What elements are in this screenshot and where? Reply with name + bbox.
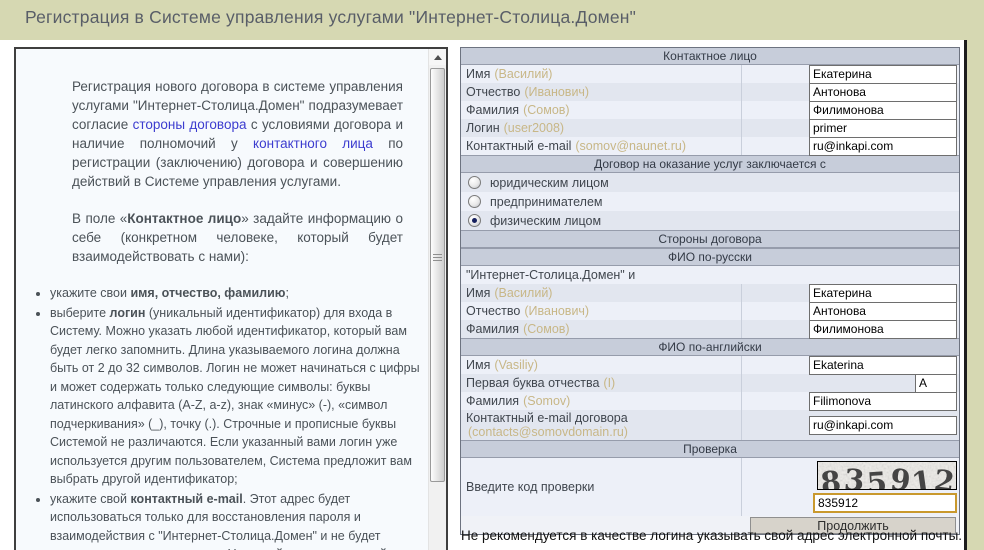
field-hint: (user2008): [503, 121, 565, 135]
contact-email-input[interactable]: [809, 136, 957, 156]
form-row-captcha: Введите код проверки 8 3 5 9 1 2 835912: [461, 458, 959, 516]
field-label: Первая буква отчества: [466, 376, 600, 390]
field-hint: (Иванович): [524, 85, 590, 99]
form-row-parties-intro: "Интернет-Столица.Домен" и: [461, 266, 959, 284]
captcha-label: Введите код проверки: [466, 480, 595, 494]
section-header-check: Проверка: [461, 440, 959, 458]
field-hint: (Василий): [494, 286, 553, 300]
first-name-input[interactable]: [809, 64, 957, 84]
field-label: Фамилия: [466, 103, 520, 117]
radio-row-entrepreneur: предпринимателем: [461, 192, 959, 211]
registration-page: Регистрация в Системе управления услугам…: [0, 0, 984, 550]
field-hint: (I): [603, 376, 616, 390]
form-row-ru-first-name: Имя (Василий): [461, 283, 959, 303]
info-text: Регистрация нового договора в системе уп…: [16, 49, 429, 550]
form-row-login: Логин (user2008): [461, 118, 959, 138]
radio-label: физическим лицом: [490, 213, 602, 228]
contract-first-name-input[interactable]: [809, 283, 957, 303]
field-hint: (Somov): [523, 394, 571, 408]
section-header-contact: Контактное лицо: [461, 48, 959, 65]
field-label: Имя: [466, 67, 491, 81]
form-row-middle-name: Отчество (Иванович): [461, 82, 959, 102]
patronymic-letter-input[interactable]: [915, 373, 957, 393]
form-row-ru-middle-name: Отчество (Иванович): [461, 301, 959, 321]
list-item: выберите логин (уникальный идентификатор…: [50, 304, 423, 489]
list-item: укажите свой контактный e-mail. Этот адр…: [50, 490, 423, 550]
field-hint: (somov@naunet.ru): [575, 139, 687, 153]
scrollbar[interactable]: [428, 49, 446, 550]
field-label: Отчество: [466, 304, 521, 318]
contract-last-name-input[interactable]: [809, 319, 957, 339]
scroll-up-icon: [433, 54, 442, 60]
field-hint: (Иванович): [524, 304, 590, 318]
en-last-name-input[interactable]: [809, 391, 957, 411]
form-row-patronymic-letter: Первая буква отчества (I): [461, 373, 959, 393]
text-link[interactable]: контактного лица: [253, 136, 373, 151]
radio-row-individual: физическим лицом: [461, 211, 959, 230]
info-paragraph: В поле «Контактное лицо» задайте информа…: [72, 211, 403, 264]
contract-middle-name-input[interactable]: [809, 301, 957, 321]
text-link[interactable]: стороны договора: [133, 117, 247, 132]
entrepreneur-radio[interactable]: [468, 195, 481, 208]
field-hint: (Василий): [494, 67, 553, 81]
field-hint: (contacts@somovdomain.ru): [468, 425, 628, 439]
radio-label: юридическим лицом: [490, 175, 609, 190]
scrollbar-grip-icon: [433, 254, 442, 264]
field-label: Логин: [466, 121, 500, 135]
form-row-last-name: Фамилия (Сомов): [461, 100, 959, 120]
last-name-input[interactable]: [809, 100, 957, 120]
field-label: Отчество: [466, 85, 521, 99]
parties-intro-label: "Интернет-Столица.Домен" и: [466, 268, 636, 282]
form-row-ru-last-name: Фамилия (Сомов): [461, 319, 959, 339]
info-bullet-list: укажите свои имя, отчество, фамилию; выб…: [24, 284, 423, 550]
registration-form: Контактное лицо Имя(Василий) Отчество(Ив…: [460, 47, 960, 535]
form-row-contact-email: Контактный e-mail (somov@naunet.ru): [461, 136, 959, 156]
svg-text:2: 2: [932, 463, 956, 490]
section-header-english-name: ФИО по-английски: [461, 338, 959, 356]
field-label: Фамилия: [466, 394, 520, 408]
scroll-up-button[interactable]: [429, 49, 446, 65]
info-paragraph: Регистрация нового договора в системе уп…: [72, 79, 404, 189]
captcha-input[interactable]: [813, 493, 957, 513]
radio-label: предпринимателем: [490, 194, 603, 209]
section-header-parties: Стороны договора: [461, 230, 959, 248]
field-label: Контактный e-mail: [466, 139, 572, 153]
captcha-image: 8 3 5 9 1 2: [817, 461, 957, 490]
login-input[interactable]: [809, 118, 957, 138]
middle-name-input[interactable]: [809, 82, 957, 102]
field-label: Контактный e-mail договора: [466, 411, 628, 425]
form-row-contract-email: Контактный e-mail договора (contacts@somo…: [461, 410, 959, 440]
form-row-en-last-name: Фамилия (Somov): [461, 391, 959, 411]
scrollbar-thumb[interactable]: [430, 68, 445, 482]
section-header-party-type: Договор на оказание услуг заключается с: [461, 155, 959, 173]
individual-radio[interactable]: [468, 214, 481, 227]
content-area: Регистрация нового договора в системе уп…: [0, 40, 967, 550]
form-row-en-first-name: Имя (Vasiliy): [461, 355, 959, 375]
svg-text:8: 8: [819, 464, 843, 490]
field-label: Фамилия: [466, 322, 520, 336]
radio-dot-icon: [472, 218, 477, 223]
field-hint: (Vasiliy): [494, 358, 538, 372]
radio-row-legal-entity: юридическим лицом: [461, 173, 959, 192]
form-row-first-name: Имя (Василий): [461, 64, 959, 84]
field-label: Имя: [466, 286, 491, 300]
info-panel: Регистрация нового договора в системе уп…: [14, 47, 448, 550]
field-hint: (Сомов): [523, 103, 570, 117]
svg-text:5: 5: [866, 465, 889, 490]
section-header-russian-name: ФИО по-русски: [461, 248, 959, 266]
en-first-name-input[interactable]: [809, 355, 957, 375]
field-hint: (Сомов): [523, 322, 570, 336]
page-title: Регистрация в Системе управления услугам…: [25, 7, 637, 27]
legal-entity-radio[interactable]: [468, 176, 481, 189]
svg-text:3: 3: [843, 462, 866, 490]
field-label: Имя: [466, 358, 491, 372]
login-note: Не рекомендуется в качестве логина указы…: [461, 528, 963, 543]
contract-email-input[interactable]: [809, 415, 957, 435]
list-item: укажите свои имя, отчество, фамилию;: [50, 284, 423, 303]
